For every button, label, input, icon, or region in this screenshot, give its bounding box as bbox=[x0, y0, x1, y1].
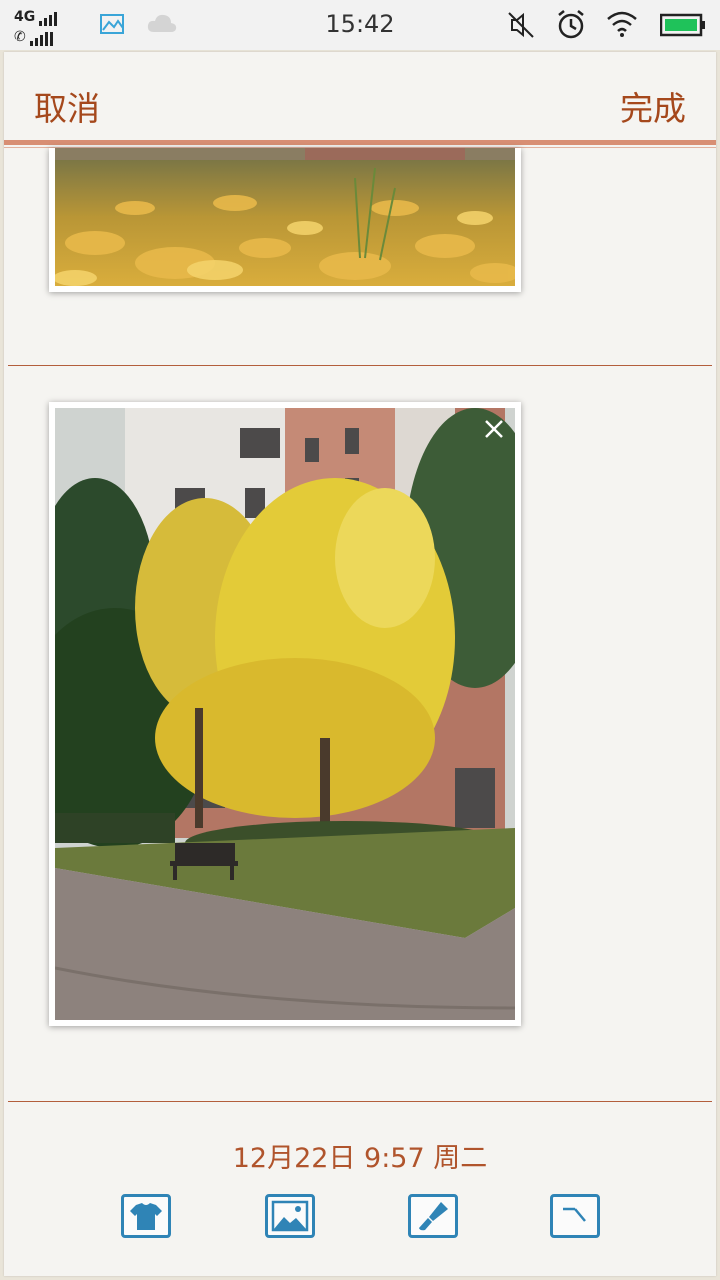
theme-button[interactable] bbox=[121, 1194, 171, 1238]
mute-icon bbox=[508, 12, 534, 38]
image-icon bbox=[271, 1200, 309, 1232]
note-photo[interactable] bbox=[49, 402, 521, 1026]
top-bar: 取消 完成 bbox=[4, 52, 716, 142]
done-button[interactable]: 完成 bbox=[620, 82, 686, 130]
alarm-icon bbox=[558, 10, 584, 39]
close-icon[interactable] bbox=[481, 416, 507, 442]
photo-image-ginkgo-tree bbox=[55, 408, 515, 1020]
cancel-button[interactable]: 取消 bbox=[34, 82, 100, 130]
clock-icon bbox=[563, 1207, 586, 1222]
note-photo[interactable] bbox=[49, 148, 521, 292]
note-page: 取消 完成 12月22日 9:57 周二 bbox=[4, 52, 716, 1276]
insert-image-button[interactable] bbox=[265, 1194, 315, 1238]
reminder-button[interactable] bbox=[550, 1194, 600, 1238]
note-rule bbox=[8, 1101, 712, 1102]
brush-icon bbox=[419, 1202, 448, 1231]
battery-icon bbox=[660, 13, 705, 37]
photo-image-leaves bbox=[55, 148, 515, 286]
header-divider bbox=[4, 140, 716, 145]
wifi-icon bbox=[607, 11, 637, 37]
note-toolbar bbox=[4, 1194, 716, 1244]
brush-button[interactable] bbox=[408, 1194, 458, 1238]
note-date: 12月22日 9:57 周二 bbox=[232, 1143, 488, 1174]
shirt-icon bbox=[130, 1203, 162, 1230]
status-bar: 4G ✆ 15:42 bbox=[0, 0, 720, 50]
note-rule bbox=[8, 365, 712, 366]
